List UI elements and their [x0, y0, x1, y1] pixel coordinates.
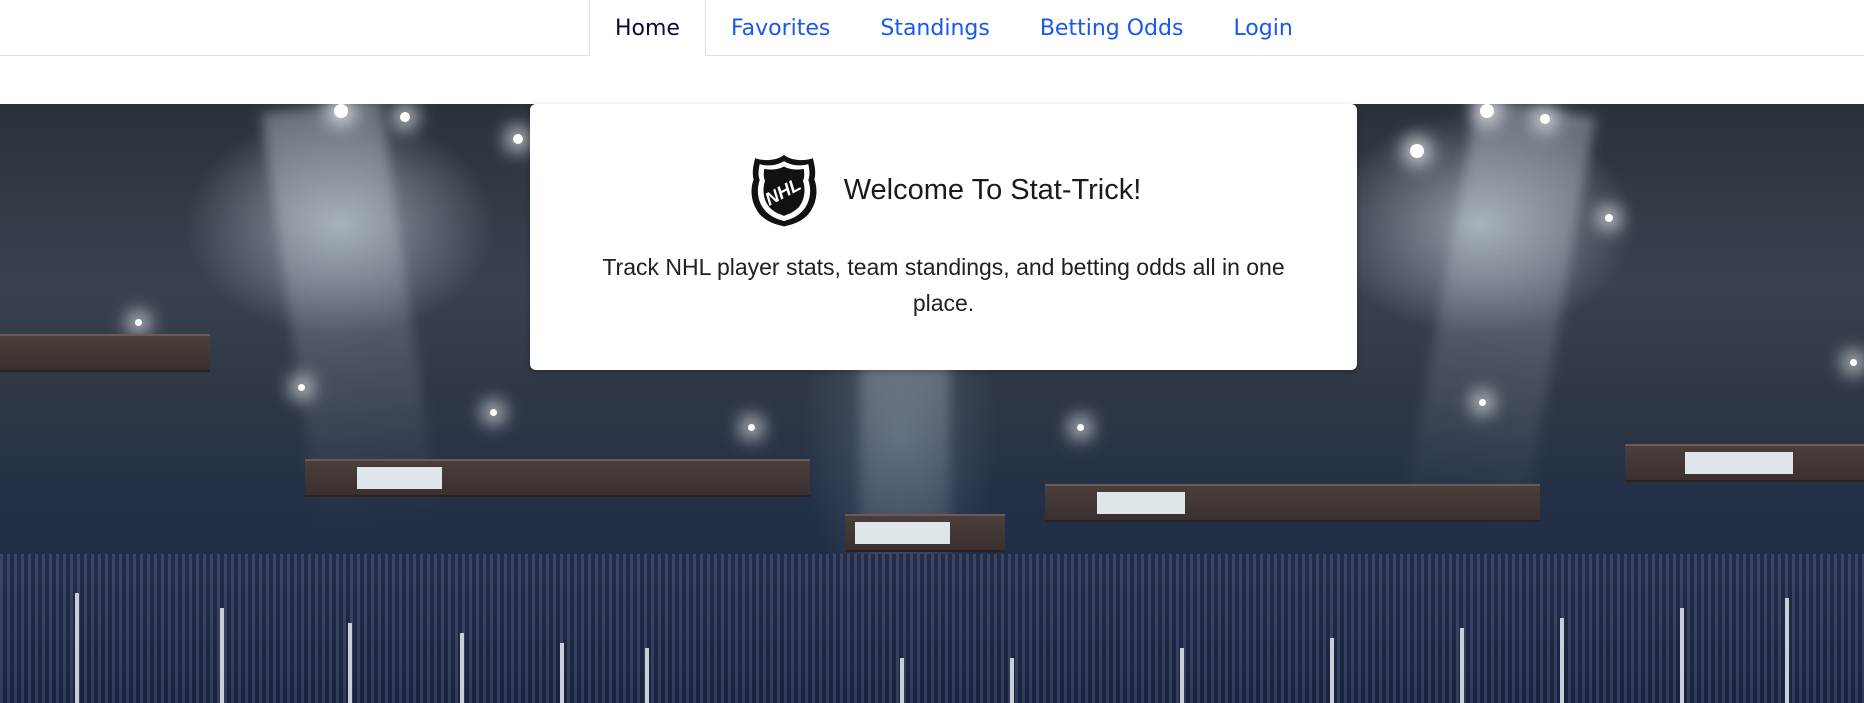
rink-post	[1680, 608, 1684, 703]
rink-post	[460, 633, 464, 703]
spotlight	[1479, 399, 1486, 406]
top-navbar: Home Favorites Standings Betting Odds Lo…	[0, 0, 1864, 57]
welcome-card: NHL Welcome To Stat-Trick! Track NHL pla…	[530, 104, 1357, 370]
rink-post	[220, 608, 224, 703]
rink-post	[348, 623, 352, 703]
rink-post	[560, 643, 564, 703]
welcome-header: NHL Welcome To Stat-Trick!	[530, 152, 1357, 228]
arena-ad-board	[0, 334, 210, 372]
spotlight	[1410, 144, 1424, 158]
crowd	[0, 554, 1864, 703]
spotlight	[513, 134, 523, 144]
rink-post	[1330, 638, 1334, 703]
rink-post	[1560, 618, 1564, 703]
welcome-description: Track NHL player stats, team standings, …	[602, 254, 1285, 316]
rink-post	[645, 648, 649, 703]
spotlight	[490, 409, 497, 416]
spotlight	[1540, 114, 1550, 124]
ad-panel	[1097, 492, 1185, 514]
tab-home[interactable]: Home	[589, 0, 706, 57]
light-beam	[1404, 104, 1596, 532]
tab-login[interactable]: Login	[1208, 0, 1317, 56]
spotlight	[1605, 214, 1613, 222]
rink-post	[1180, 648, 1184, 703]
spotlight	[1850, 359, 1857, 366]
spotlight	[748, 424, 755, 431]
page-title: Welcome To Stat-Trick!	[843, 173, 1142, 206]
arena-ad-board	[305, 459, 810, 497]
rink-post	[1010, 658, 1014, 703]
spotlight	[334, 104, 348, 118]
spotlight	[400, 112, 410, 122]
rink-post	[1785, 598, 1789, 703]
tab-standings[interactable]: Standings	[855, 0, 1014, 56]
spotlight	[1077, 424, 1084, 431]
ad-panel	[855, 522, 950, 544]
tab-betting-odds[interactable]: Betting Odds	[1015, 0, 1209, 56]
rink-post	[1460, 628, 1464, 703]
arena-ad-board	[1625, 444, 1864, 482]
arena-ad-board	[845, 514, 1005, 552]
spotlight	[1480, 104, 1494, 118]
rink-post	[900, 658, 904, 703]
nav-tabs: Home Favorites Standings Betting Odds Lo…	[589, 0, 1318, 57]
nhl-shield-icon: NHL	[751, 155, 817, 227]
arena-ad-board	[1045, 484, 1540, 522]
ad-panel	[357, 467, 442, 489]
tab-favorites[interactable]: Favorites	[706, 0, 855, 56]
ad-panel	[1685, 452, 1793, 474]
spotlight	[135, 319, 142, 326]
spotlight	[298, 384, 305, 391]
rink-post	[75, 593, 79, 703]
